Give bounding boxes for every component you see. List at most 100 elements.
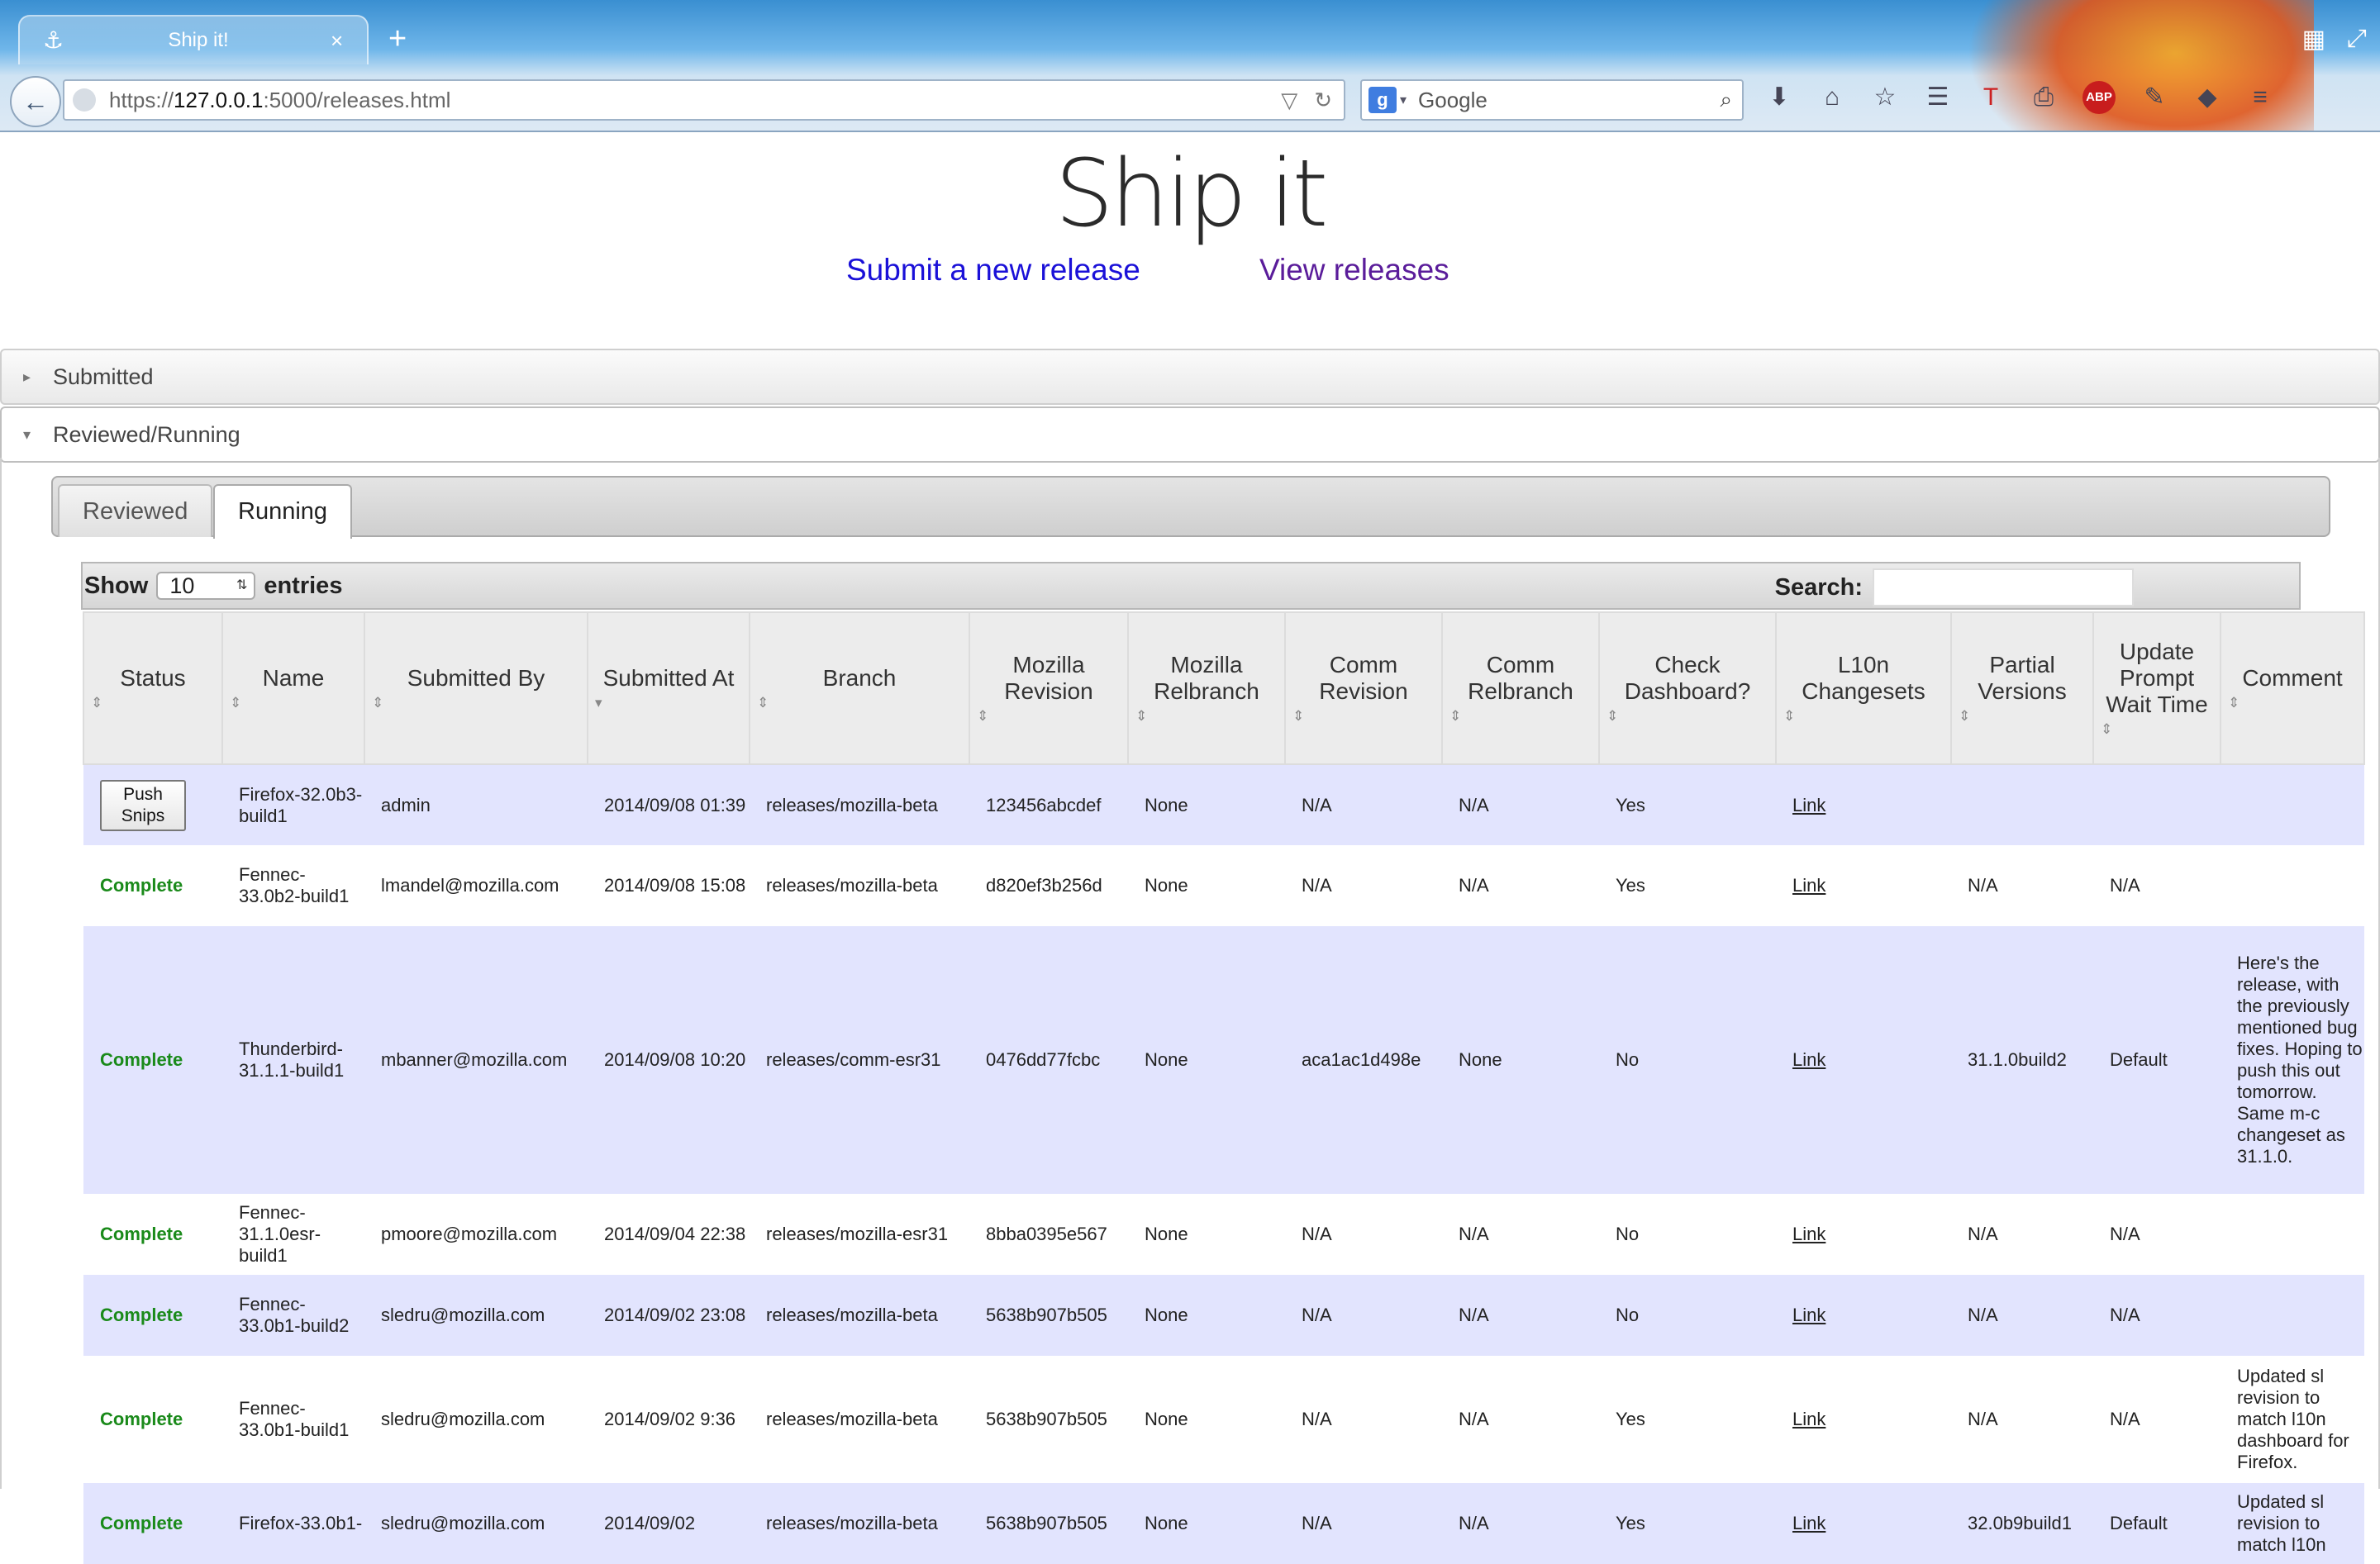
submit-new-release-link[interactable]: Submit a new release xyxy=(846,253,1140,288)
search-input[interactable]: Google xyxy=(1418,88,1720,113)
accordion-reviewed-running[interactable]: ▾ Reviewed/Running xyxy=(0,406,2380,463)
sort-icon: ⇕ xyxy=(372,695,384,711)
cell-submitted-by: sledru@mozilla.com xyxy=(364,1356,588,1483)
column-header[interactable]: L10n Changesets ⇕ xyxy=(1775,611,1952,765)
column-header-label: Submitted By xyxy=(407,665,545,691)
cell-mozilla-relbranch: None xyxy=(1128,1483,1285,1564)
accordion-submitted[interactable]: ▸ Submitted xyxy=(0,349,2380,405)
bookmark-star-icon[interactable]: ☆ xyxy=(1871,81,1899,114)
view-releases-link[interactable]: View releases xyxy=(1259,253,1449,288)
column-header[interactable]: Comment ⇕ xyxy=(2220,611,2365,765)
url-text[interactable]: https://127.0.0.1:5000/releases.html xyxy=(109,88,1281,113)
browser-tab[interactable]: ⚓ Ship it! × xyxy=(18,15,369,64)
table-row: Complete Fennec-31.1.0esr-build1 pmoore@mo… xyxy=(83,1194,2364,1275)
home-icon[interactable]: ⌂ xyxy=(1818,81,1846,114)
l10n-changesets-link[interactable]: Link xyxy=(1792,1049,1825,1070)
cell-name: Fennec-31.1.0esr-build1 xyxy=(222,1194,364,1275)
dev-tools-icon[interactable]: ✎ xyxy=(2140,81,2168,114)
cell-mozilla-revision: d820ef3b256d xyxy=(969,845,1128,926)
status-complete: Complete xyxy=(100,875,183,896)
t-addon-icon[interactable]: T xyxy=(1977,81,2005,114)
cell-update-wait: N/A xyxy=(2093,1275,2221,1356)
column-header-label: Status xyxy=(120,665,186,691)
l10n-changesets-link[interactable]: Link xyxy=(1792,875,1825,896)
download-icon[interactable]: ⬇ xyxy=(1765,81,1793,114)
column-header[interactable]: Mozilla Revision ⇕ xyxy=(969,611,1129,765)
column-header[interactable]: Status ⇕ xyxy=(83,611,223,765)
cell-partial-versions: 32.0b9build1 xyxy=(1951,1483,2093,1564)
sort-icon: ⇕ xyxy=(757,695,769,711)
reload-icon[interactable]: ↻ xyxy=(1314,88,1332,113)
collapsed-triangle-icon: ▸ xyxy=(23,368,31,385)
table-search-input[interactable] xyxy=(1873,568,2134,606)
tab-running[interactable]: Running xyxy=(213,484,353,539)
menu-icon[interactable]: ≡ xyxy=(2246,81,2274,114)
l10n-changesets-link[interactable]: Link xyxy=(1792,1513,1825,1533)
site-identity-icon[interactable] xyxy=(73,88,96,112)
cell-l10n: Link xyxy=(1776,1356,1951,1483)
cell-name: Firefox-33.0b1- xyxy=(222,1483,364,1564)
cell-submitted-by: sledru@mozilla.com xyxy=(364,1275,588,1356)
cell-check-dashboard: Yes xyxy=(1599,1356,1776,1483)
entries-select[interactable]: 10 ⇅ xyxy=(156,572,256,600)
cell-comm-revision: N/A xyxy=(1285,845,1442,926)
column-header[interactable]: Branch ⇕ xyxy=(749,611,970,765)
select-arrows-icon: ⇅ xyxy=(236,578,248,592)
l10n-changesets-link[interactable]: Link xyxy=(1792,1409,1825,1429)
cell-name: Fennec-33.0b1-build2 xyxy=(222,1275,364,1356)
column-header-label: Submitted At xyxy=(602,665,735,691)
cell-mozilla-revision: 8bba0395e567 xyxy=(969,1194,1128,1275)
column-header[interactable]: Check Dashboard? ⇕ xyxy=(1598,611,1777,765)
fullscreen-icon[interactable]: ⤢ xyxy=(2347,25,2367,54)
google-engine-icon[interactable]: g xyxy=(1368,87,1397,113)
cell-comm-revision: N/A xyxy=(1285,1194,1442,1275)
column-header[interactable]: Name ⇕ xyxy=(221,611,365,765)
cell-status: Complete xyxy=(83,1483,222,1564)
engine-dropdown-icon[interactable]: ▾ xyxy=(1400,92,1407,108)
search-icon[interactable]: ⌕ xyxy=(1720,87,1732,113)
cell-check-dashboard: No xyxy=(1599,1275,1776,1356)
tab-close-icon[interactable]: × xyxy=(331,28,355,54)
back-button[interactable]: ← xyxy=(10,76,61,127)
history-dropdown-icon[interactable]: ▽ xyxy=(1281,88,1297,113)
l10n-changesets-link[interactable]: Link xyxy=(1792,795,1825,815)
cell-branch: releases/mozilla-beta xyxy=(750,1483,969,1564)
url-bar[interactable]: https://127.0.0.1:5000/releases.html ▽ ↻ xyxy=(63,79,1345,121)
entries-select-value: 10 xyxy=(169,573,195,598)
search-bar[interactable]: g ▾ Google ⌕ xyxy=(1360,79,1744,121)
tab-title: Ship it! xyxy=(168,29,229,51)
column-header-label: Name xyxy=(262,665,325,691)
column-header[interactable]: Submitted At ▾ xyxy=(587,611,750,765)
sort-icon: ⇕ xyxy=(1135,708,1148,724)
column-header[interactable]: Comm Revision ⇕ xyxy=(1284,611,1443,765)
cell-update-wait: N/A xyxy=(2093,1356,2221,1483)
column-header[interactable]: Update Prompt Wait Time ⇕ xyxy=(2092,611,2221,765)
pocket-icon[interactable]: ◆ xyxy=(2193,81,2221,114)
tabs-bar: Reviewed Running xyxy=(51,476,2330,539)
cell-comm-relbranch: N/A xyxy=(1442,1194,1599,1275)
tab-reviewed[interactable]: Reviewed xyxy=(58,484,213,537)
column-header[interactable]: Comm Relbranch ⇕ xyxy=(1441,611,1600,765)
column-header[interactable]: Mozilla Relbranch ⇕ xyxy=(1127,611,1286,765)
printer-icon[interactable]: ⎙ xyxy=(2030,81,2058,114)
window-controls: ▦ ⤢ xyxy=(2302,25,2367,54)
cell-branch: releases/mozilla-beta xyxy=(750,1356,969,1483)
column-header[interactable]: Submitted By ⇕ xyxy=(364,611,588,765)
table-body: Push Snips Firefox-32.0b3-build1 admin 2014… xyxy=(83,764,2364,1564)
cell-submitted-at: 2014/09/08 15:08 xyxy=(588,845,750,926)
cell-comment xyxy=(2221,764,2364,845)
l10n-changesets-link[interactable]: Link xyxy=(1792,1305,1825,1325)
reading-list-icon[interactable]: ☰ xyxy=(1924,81,1952,114)
new-tab-button[interactable]: + xyxy=(388,21,407,57)
column-header[interactable]: Partial Versions ⇕ xyxy=(1950,611,2094,765)
l10n-changesets-link[interactable]: Link xyxy=(1792,1224,1825,1244)
cell-comment: Here's the release, with the previously … xyxy=(2221,926,2364,1194)
expanded-triangle-icon: ▾ xyxy=(23,425,31,443)
cell-status: Complete xyxy=(83,1194,222,1275)
releases-table: Status ⇕ Name ⇕ Submitted By ⇕ Submitted At ▾ Br… xyxy=(83,611,2365,1564)
adblock-icon[interactable]: ABP xyxy=(2082,81,2116,114)
tab-groups-icon[interactable]: ▦ xyxy=(2302,25,2325,54)
cell-partial-versions xyxy=(1951,764,2093,845)
cell-comm-revision: N/A xyxy=(1285,1275,1442,1356)
push-snips-button[interactable]: Push Snips xyxy=(100,779,186,831)
